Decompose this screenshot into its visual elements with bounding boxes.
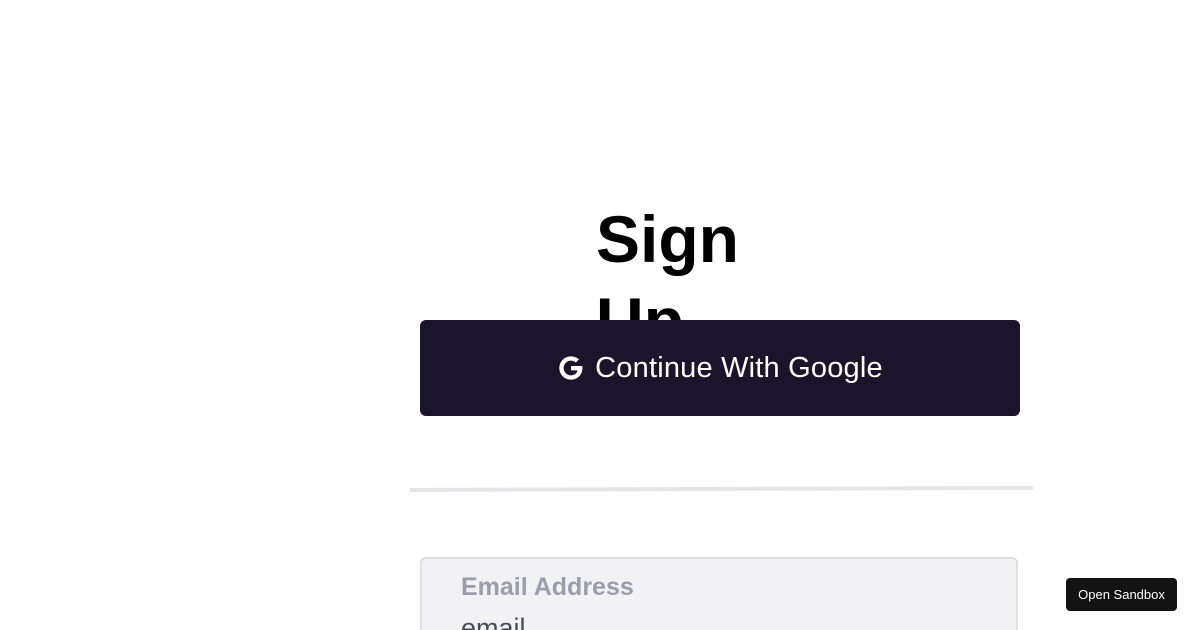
google-button-label: Continue With Google — [595, 351, 883, 384]
google-logo-svg — [559, 356, 583, 380]
google-icon — [557, 354, 585, 382]
open-sandbox-button[interactable]: Open Sandbox — [1066, 578, 1177, 611]
email-label: Email Address — [461, 573, 634, 601]
signup-page: Sign Up Continue With Google Email Addre… — [0, 0, 1200, 630]
email-field[interactable]: Email Address — [420, 557, 1018, 630]
continue-with-google-button[interactable]: Continue With Google — [420, 320, 1020, 416]
divider — [409, 485, 1034, 492]
email-input[interactable] — [461, 611, 981, 630]
